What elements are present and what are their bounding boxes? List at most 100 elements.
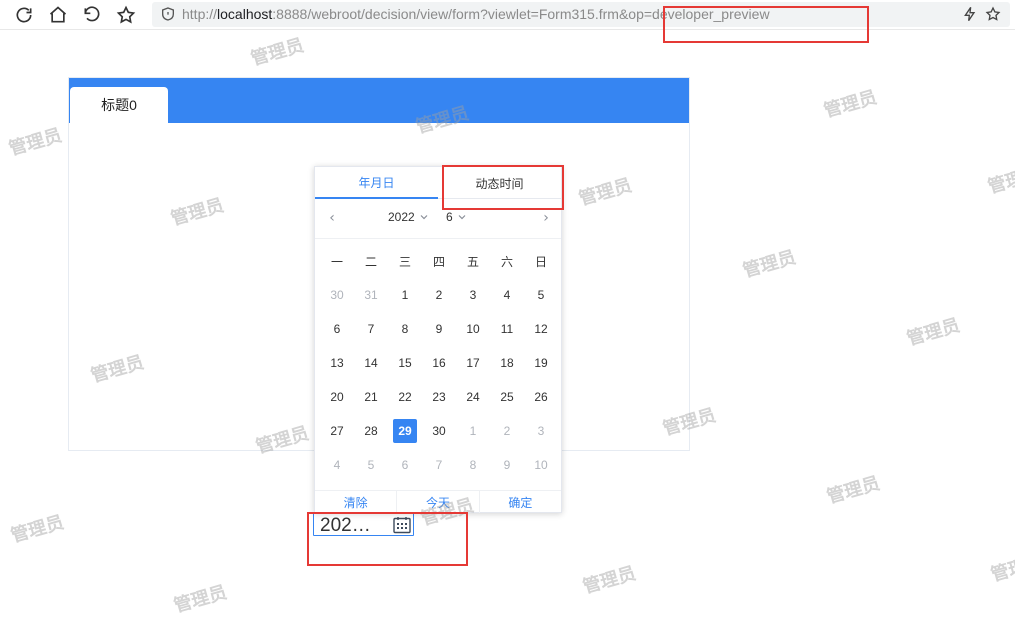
day-cell[interactable]: 9 bbox=[422, 312, 456, 346]
weekday-label: 三 bbox=[398, 254, 411, 269]
watermark: 管理员 bbox=[740, 246, 799, 282]
url-text: http://localhost:8888/webroot/decision/v… bbox=[182, 6, 770, 22]
day-cell[interactable]: 6 bbox=[388, 448, 422, 482]
calendar-icon[interactable] bbox=[392, 515, 412, 535]
day-cell[interactable]: 8 bbox=[388, 312, 422, 346]
day-cell[interactable]: 7 bbox=[354, 312, 388, 346]
watermark: 管理员 bbox=[8, 511, 67, 547]
tab-dynamic-time[interactable]: 动态时间 bbox=[438, 167, 561, 199]
day-cell[interactable]: 17 bbox=[456, 346, 490, 380]
day-cell[interactable]: 26 bbox=[524, 380, 558, 414]
day-cell[interactable]: 2 bbox=[490, 414, 524, 448]
undo-icon[interactable] bbox=[80, 3, 104, 27]
year-value: 2022 bbox=[388, 210, 415, 224]
day-cell[interactable]: 27 bbox=[320, 414, 354, 448]
address-bar[interactable]: http://localhost:8888/webroot/decision/v… bbox=[152, 2, 1010, 27]
day-cell[interactable]: 6 bbox=[320, 312, 354, 346]
day-cell[interactable]: 23 bbox=[422, 380, 456, 414]
day-cell[interactable]: 21 bbox=[354, 380, 388, 414]
star-icon[interactable] bbox=[114, 3, 138, 27]
date-input-value: 202… bbox=[320, 515, 371, 536]
picker-nav: ‹ 2022 6 › bbox=[315, 199, 561, 239]
calendar-grid: 一 二 三 四 五 六 日 30 31 1 2 3 4 5 6 7 8 9 10… bbox=[320, 244, 558, 482]
reload-icon[interactable] bbox=[12, 3, 36, 27]
weekday-label: 一 bbox=[330, 254, 343, 269]
weekday-label: 四 bbox=[432, 254, 445, 269]
day-cell[interactable]: 15 bbox=[388, 346, 422, 380]
weekday-label: 二 bbox=[364, 254, 377, 269]
day-cell[interactable]: 16 bbox=[422, 346, 456, 380]
day-cell[interactable]: 2 bbox=[422, 278, 456, 312]
week-row: 20 21 22 23 24 25 26 bbox=[320, 380, 558, 414]
watermark: 管理员 bbox=[580, 562, 639, 598]
day-cell[interactable]: 13 bbox=[320, 346, 354, 380]
day-cell[interactable]: 12 bbox=[524, 312, 558, 346]
day-cell[interactable]: 11 bbox=[490, 312, 524, 346]
day-cell[interactable]: 18 bbox=[490, 346, 524, 380]
clear-button[interactable]: 清除 bbox=[315, 491, 398, 513]
watermark: 管理员 bbox=[824, 472, 883, 508]
day-cell[interactable]: 3 bbox=[524, 414, 558, 448]
browser-toolbar: http://localhost:8888/webroot/decision/v… bbox=[0, 0, 1015, 30]
bookmark-star-icon[interactable] bbox=[985, 6, 1003, 24]
selected-day: 29 bbox=[393, 419, 417, 443]
day-cell[interactable]: 31 bbox=[354, 278, 388, 312]
shield-icon bbox=[160, 6, 176, 22]
year-select[interactable]: 2022 bbox=[388, 210, 429, 224]
watermark: 管理员 bbox=[171, 581, 230, 617]
watermark: 管理员 bbox=[988, 550, 1015, 586]
weekday-label: 日 bbox=[534, 254, 547, 269]
watermark: 管理员 bbox=[904, 314, 963, 350]
next-month-icon[interactable]: › bbox=[539, 211, 553, 225]
watermark: 管理员 bbox=[6, 124, 65, 160]
day-cell[interactable]: 3 bbox=[456, 278, 490, 312]
url-prefix: http:// bbox=[182, 6, 218, 22]
tab-year-month-day[interactable]: 年月日 bbox=[315, 167, 438, 199]
url-host: localhost bbox=[217, 6, 273, 22]
prev-month-icon[interactable]: ‹ bbox=[325, 211, 339, 225]
date-input[interactable]: 202… bbox=[313, 513, 414, 536]
weekday-header: 一 二 三 四 五 六 日 bbox=[320, 244, 558, 278]
day-cell[interactable]: 30 bbox=[320, 278, 354, 312]
day-cell[interactable]: 20 bbox=[320, 380, 354, 414]
week-row: 13 14 15 16 17 18 19 bbox=[320, 346, 558, 380]
day-cell[interactable]: 5 bbox=[524, 278, 558, 312]
lightning-icon[interactable] bbox=[962, 6, 980, 24]
day-cell[interactable]: 1 bbox=[456, 414, 490, 448]
tab-title-0[interactable]: 标题0 bbox=[70, 87, 168, 123]
day-cell[interactable]: 8 bbox=[456, 448, 490, 482]
week-row: 27 28 29 30 1 2 3 bbox=[320, 414, 558, 448]
chevron-down-icon bbox=[458, 215, 466, 220]
selected-day-cell[interactable]: 29 bbox=[388, 414, 422, 448]
day-cell[interactable]: 22 bbox=[388, 380, 422, 414]
url-path: :8888/webroot/decision/view/form?viewlet… bbox=[272, 6, 770, 22]
day-cell[interactable]: 19 bbox=[524, 346, 558, 380]
watermark: 管理员 bbox=[248, 34, 307, 70]
day-cell[interactable]: 10 bbox=[524, 448, 558, 482]
month-select[interactable]: 6 bbox=[446, 210, 467, 224]
watermark: 管理员 bbox=[985, 162, 1015, 198]
week-row: 30 31 1 2 3 4 5 bbox=[320, 278, 558, 312]
confirm-button[interactable]: 确定 bbox=[480, 491, 561, 513]
month-value: 6 bbox=[446, 210, 453, 224]
day-cell[interactable]: 14 bbox=[354, 346, 388, 380]
today-button[interactable]: 今天 bbox=[397, 491, 480, 513]
weekday-label: 六 bbox=[500, 254, 513, 269]
day-cell[interactable]: 5 bbox=[354, 448, 388, 482]
day-cell[interactable]: 4 bbox=[490, 278, 524, 312]
week-row: 4 5 6 7 8 9 10 bbox=[320, 448, 558, 482]
chevron-down-icon bbox=[420, 215, 428, 220]
day-cell[interactable]: 10 bbox=[456, 312, 490, 346]
date-picker-popup: 年月日 动态时间 ‹ 2022 6 › 一 二 三 四 五 六 日 30 31 … bbox=[314, 166, 562, 513]
day-cell[interactable]: 30 bbox=[422, 414, 456, 448]
home-icon[interactable] bbox=[46, 3, 70, 27]
day-cell[interactable]: 28 bbox=[354, 414, 388, 448]
day-cell[interactable]: 1 bbox=[388, 278, 422, 312]
day-cell[interactable]: 9 bbox=[490, 448, 524, 482]
day-cell[interactable]: 24 bbox=[456, 380, 490, 414]
day-cell[interactable]: 4 bbox=[320, 448, 354, 482]
week-row: 6 7 8 9 10 11 12 bbox=[320, 312, 558, 346]
picker-tabs: 年月日 动态时间 bbox=[315, 167, 561, 199]
day-cell[interactable]: 7 bbox=[422, 448, 456, 482]
day-cell[interactable]: 25 bbox=[490, 380, 524, 414]
